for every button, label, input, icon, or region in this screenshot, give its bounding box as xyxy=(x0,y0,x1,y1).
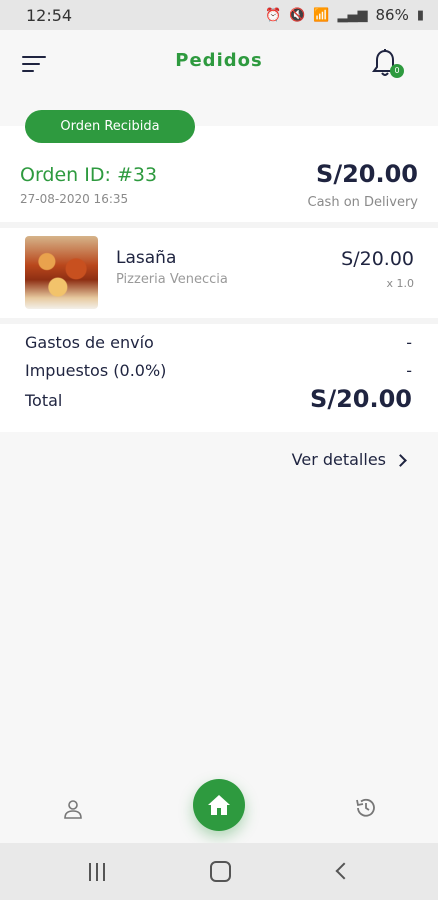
history-icon xyxy=(356,798,375,817)
order-total: S/20.00 xyxy=(316,160,418,188)
item-quantity: x 1.0 xyxy=(386,277,415,290)
battery-icon: ▮ xyxy=(416,7,424,23)
wifi-icon: 📶 xyxy=(313,7,330,23)
item-price: S/20.00 xyxy=(341,248,414,270)
view-details-link[interactable]: Ver detalles xyxy=(291,450,407,469)
user-icon xyxy=(64,800,82,819)
home-icon xyxy=(208,795,230,815)
system-back-button[interactable] xyxy=(335,862,353,880)
tax-row: Impuestos (0.0%) - xyxy=(25,361,412,385)
recent-apps-button[interactable] xyxy=(89,863,109,881)
home-tab[interactable] xyxy=(193,779,245,831)
signal-icon: ▂▄▆ xyxy=(337,7,368,23)
mute-icon: 🔇 xyxy=(289,7,306,23)
order-id: Orden ID: #33 xyxy=(20,164,158,186)
tax-label: Impuestos (0.0%) xyxy=(25,361,167,380)
shipping-value: - xyxy=(406,333,412,352)
tax-value: - xyxy=(406,361,412,380)
system-nav-bar xyxy=(0,843,438,900)
order-status-badge: Orden Recibida xyxy=(25,110,195,143)
alarm-icon: ⏰ xyxy=(264,7,282,23)
order-summary: Gastos de envío - Impuestos (0.0%) - Tot… xyxy=(0,318,438,432)
bottom-nav xyxy=(0,779,438,840)
status-icons: ⏰ 🔇 📶 ▂▄▆ 86% ▮ xyxy=(265,6,424,24)
item-restaurant: Pizzeria Veneccia xyxy=(116,272,228,287)
order-date: 27-08-2020 16:35 xyxy=(20,192,129,206)
system-home-button[interactable] xyxy=(210,861,231,882)
chevron-right-icon xyxy=(394,453,407,467)
order-item[interactable]: Lasaña Pizzeria Veneccia S/20.00 x 1.0 xyxy=(0,222,438,314)
notification-badge: 0 xyxy=(390,64,404,78)
shipping-label: Gastos de envío xyxy=(25,333,154,352)
recent-apps-icon xyxy=(96,863,98,881)
recent-apps-icon xyxy=(89,863,91,881)
battery-level: 86% xyxy=(375,6,409,24)
status-time: 12:54 xyxy=(26,5,73,25)
item-name: Lasaña xyxy=(116,248,177,268)
total-value: S/20.00 xyxy=(310,385,412,413)
shipping-row: Gastos de envío - xyxy=(25,333,412,357)
profile-tab[interactable] xyxy=(62,798,84,820)
notifications-button[interactable]: 0 xyxy=(372,48,404,78)
app-header: Pedidos 0 xyxy=(0,30,438,96)
total-label: Total xyxy=(25,391,63,410)
order-header[interactable]: Orden ID: #33 27-08-2020 16:35 S/20.00 C… xyxy=(0,140,438,218)
history-tab[interactable] xyxy=(354,796,378,820)
status-bar: 12:54 ⏰ 🔇 📶 ▂▄▆ 86% ▮ xyxy=(0,0,438,30)
view-details-label: Ver detalles xyxy=(291,450,386,469)
item-image xyxy=(25,236,98,309)
total-row: Total S/20.00 xyxy=(25,385,412,415)
recent-apps-icon xyxy=(103,863,105,881)
payment-method: Cash on Delivery xyxy=(307,195,418,210)
